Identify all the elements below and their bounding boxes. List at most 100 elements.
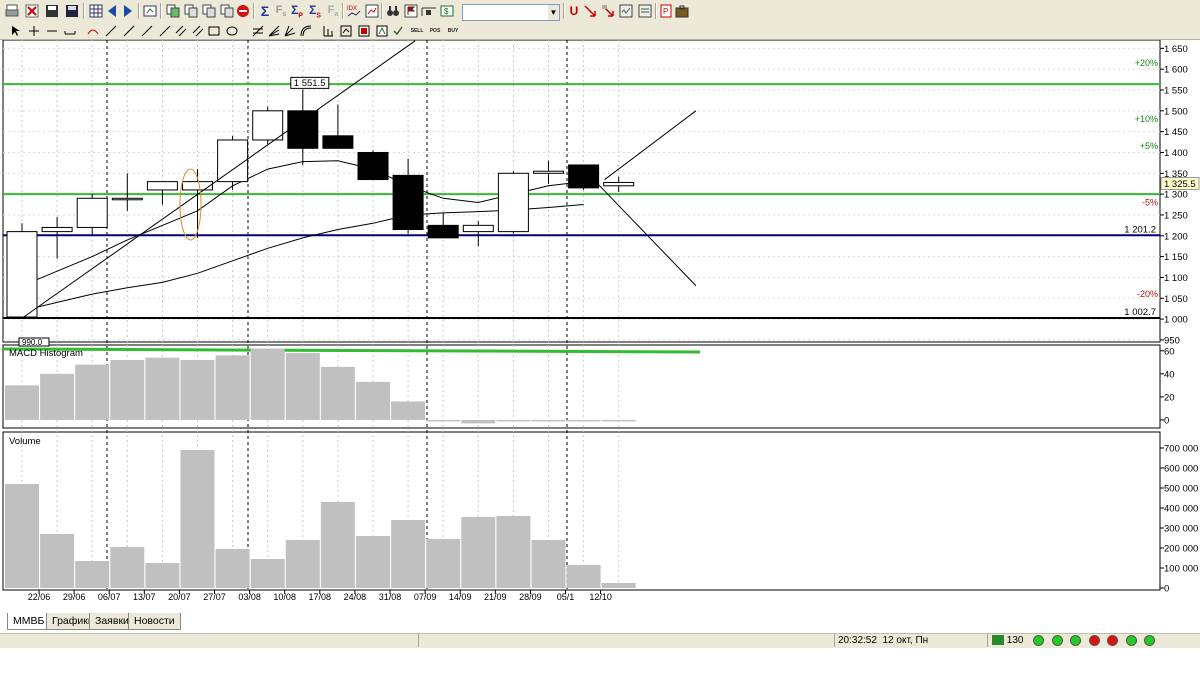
hline-icon[interactable] [46, 24, 58, 37]
tab-orders-label: Заявки [95, 615, 129, 627]
forward-icon[interactable] [120, 3, 136, 19]
fan2-icon[interactable] [284, 24, 296, 37]
chart2-icon[interactable] [364, 3, 380, 19]
price-tick-label: 1 050 [1164, 294, 1188, 305]
vline-icon[interactable] [64, 24, 76, 37]
bottom-tabs: ММВБ Графики Заявки Новости [0, 613, 1200, 631]
time-icon[interactable] [322, 24, 334, 37]
candle-body [6, 231, 38, 318]
channel2-icon[interactable] [175, 24, 187, 37]
volume-bar [320, 502, 355, 588]
macd-bar [320, 366, 355, 420]
status-count-value: 130 [1006, 635, 1024, 646]
save-icon[interactable] [44, 3, 60, 19]
chevron-down-icon[interactable]: ▼ [548, 5, 559, 20]
price-tick-label: 950 [1164, 335, 1180, 346]
crosshair-icon[interactable] [28, 24, 40, 37]
candle-body [427, 224, 459, 239]
flag-icon[interactable] [403, 3, 419, 19]
sum-icon[interactable]: Σ [257, 3, 273, 19]
arc-icon[interactable] [300, 24, 312, 37]
zoom-icon[interactable] [340, 24, 352, 37]
volume-bar [110, 547, 145, 588]
ellipse-icon[interactable] [226, 24, 238, 37]
copy3-icon[interactable] [201, 3, 217, 19]
usd-icon[interactable]: $ [439, 3, 455, 19]
sell-tag[interactable]: SELL [410, 24, 424, 37]
macd-bar [215, 355, 250, 420]
print-icon[interactable] [4, 3, 20, 19]
macd-title: MACD Histogram [9, 348, 83, 359]
tick2-icon[interactable] [392, 24, 404, 37]
briefcase-icon[interactable] [674, 3, 690, 19]
status-count[interactable]: 130 [987, 634, 1023, 647]
report-icon[interactable] [618, 3, 634, 19]
refresh-icon[interactable] [142, 3, 158, 19]
cursor-icon[interactable] [10, 24, 22, 37]
fib-icon[interactable] [252, 24, 264, 37]
macd-tick-label: 20 [1164, 392, 1175, 403]
rect-icon[interactable] [208, 24, 220, 37]
sell-tag-label: SELL [410, 27, 424, 34]
chart-svg[interactable]: 1 6501 6001 5501 5001 4501 4001 3501 300… [0, 39, 1200, 614]
price-tick-label: 1 500 [1164, 106, 1188, 117]
candle-body [182, 181, 213, 191]
curve-icon[interactable] [87, 24, 99, 37]
u-icon[interactable]: U [566, 3, 582, 19]
channel-icon[interactable] [159, 24, 171, 37]
price-pane [2, 39, 1161, 343]
buy-icon[interactable] [358, 24, 370, 37]
pct-label: +5% [1140, 141, 1158, 151]
stop-icon[interactable] [24, 3, 40, 19]
trend-icon[interactable] [141, 24, 153, 37]
price-tick-label: 1 100 [1164, 273, 1188, 284]
chart-area[interactable]: 1 650 1 600 1 550 1 500 1 450 1 400 1 350 1 300… [0, 39, 1200, 614]
volume-tick-label: 200 000 [1164, 544, 1198, 555]
x-tick-label: 24/08 [344, 592, 367, 600]
arrow2-icon[interactable] [600, 3, 616, 19]
av-tag[interactable]: BUY [446, 24, 460, 37]
volume-tick-label: 300 000 [1164, 524, 1198, 535]
sigma-p-icon[interactable]: ΣP [289, 3, 305, 19]
chart-icon[interactable] [88, 3, 104, 19]
pct-label: -20% [1137, 289, 1158, 299]
save2-icon[interactable] [64, 3, 80, 19]
index-icon[interactable]: IDX [346, 3, 362, 19]
volume-bar [215, 549, 250, 588]
macd-bar [566, 419, 601, 422]
pos-tag[interactable]: POS [428, 24, 442, 37]
volume-bar [250, 559, 285, 588]
x-tick-label: 14/09 [449, 592, 472, 600]
tab-news[interactable]: Новости [128, 613, 181, 630]
macd-bar [426, 419, 461, 422]
line-icon[interactable] [105, 24, 117, 37]
last-price-label: 1 325.5 [1164, 179, 1196, 190]
price-tick-label: 1 200 [1164, 231, 1188, 242]
fan-icon[interactable] [268, 24, 280, 37]
arrow-icon[interactable] [582, 3, 598, 19]
binoculars-icon[interactable] [385, 3, 401, 19]
status-bar: 20:32:52 12 окт, Пн 130 [0, 633, 1200, 648]
fx-icon[interactable]: Fs [273, 3, 289, 19]
macd-tick-label: 60 [1164, 346, 1175, 357]
ray-icon[interactable] [123, 24, 135, 37]
book-icon[interactable]: P [658, 3, 674, 19]
stop-sign-icon[interactable] [235, 3, 251, 19]
channel3-icon[interactable] [192, 24, 204, 37]
copy4-icon[interactable] [219, 3, 235, 19]
sigma-s-icon[interactable]: ΣS [307, 3, 323, 19]
volume-bar [75, 561, 110, 588]
status-date: 12 окт, Пн [882, 635, 929, 646]
tab-charts-label: Графики [52, 615, 94, 627]
candle-body [76, 197, 108, 228]
sell-icon[interactable] [376, 24, 388, 37]
back-icon[interactable] [104, 3, 120, 19]
tab-mmvb[interactable]: ММВБ [7, 613, 51, 630]
tick-icon[interactable] [421, 3, 437, 19]
instrument-combo[interactable]: ▼ [462, 4, 560, 21]
candle-body [568, 164, 600, 189]
fa-icon[interactable]: Fa [325, 3, 341, 19]
copy2-icon[interactable] [183, 3, 199, 19]
report2-icon[interactable] [637, 3, 653, 19]
copy-icon[interactable] [165, 3, 181, 19]
